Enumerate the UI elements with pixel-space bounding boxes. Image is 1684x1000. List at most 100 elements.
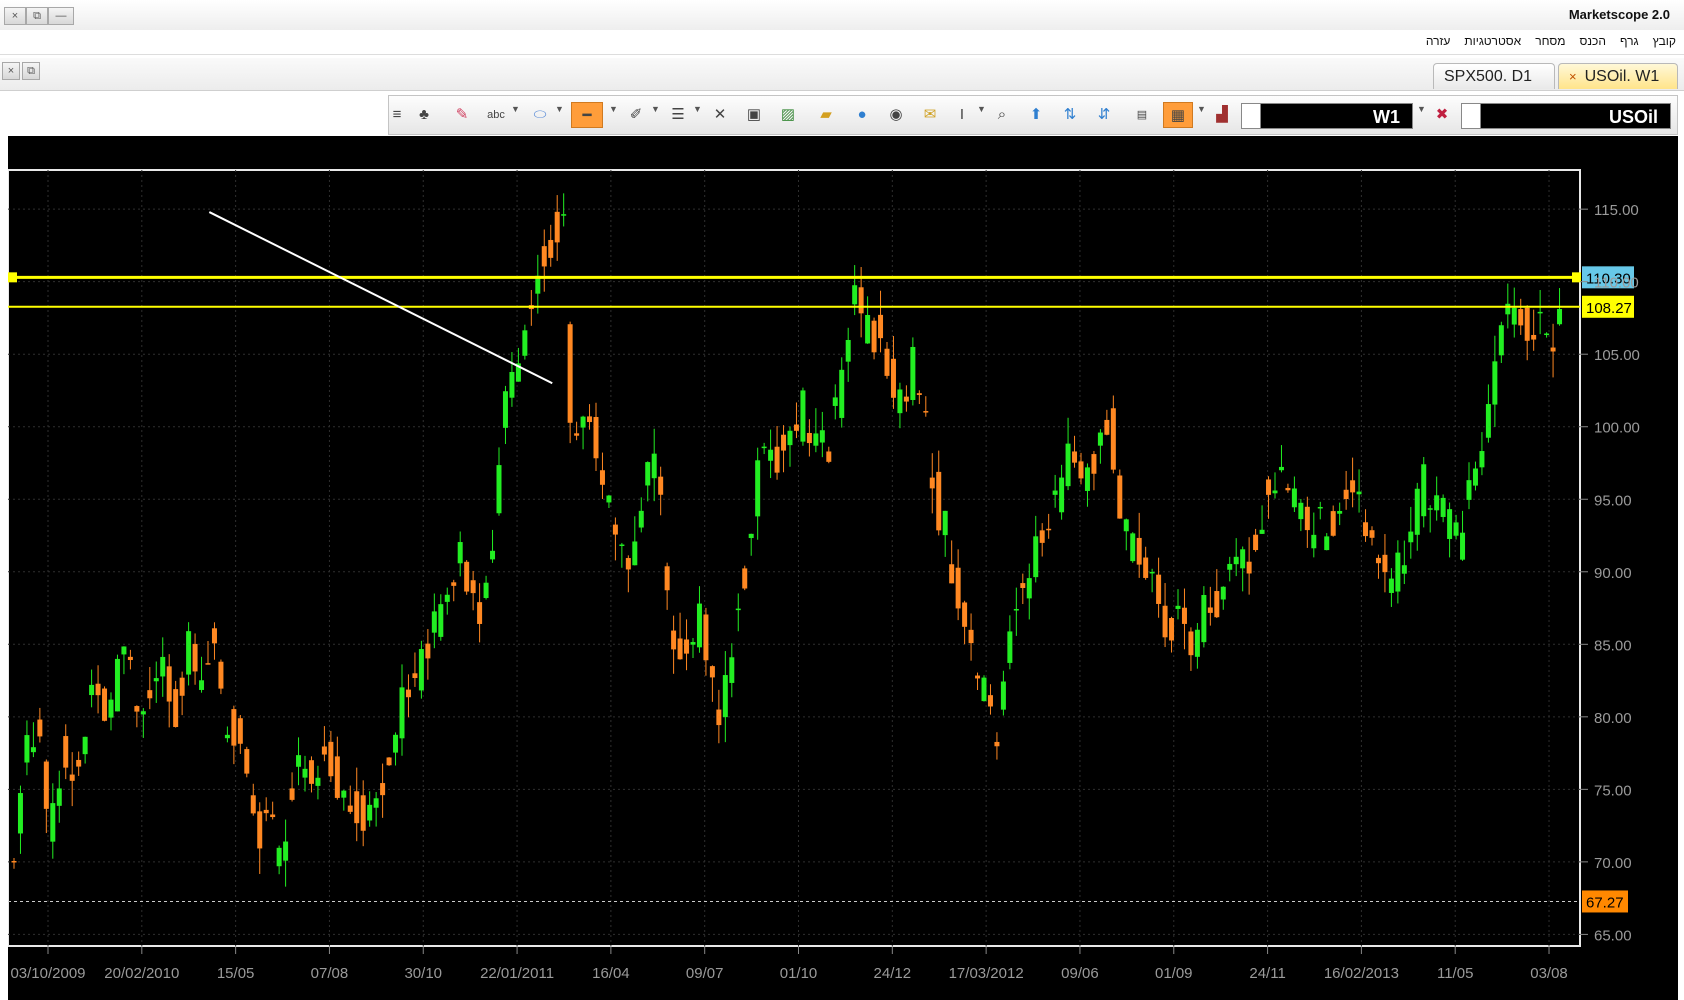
candle-body — [1466, 480, 1472, 500]
candle-body — [477, 602, 483, 624]
x-tick-label: 16/02/2013 — [1324, 965, 1399, 982]
candle-body — [1537, 311, 1543, 314]
chart-window-icon[interactable]: ▣ — [741, 102, 767, 128]
candle-body — [1123, 519, 1129, 532]
candle-body — [787, 430, 793, 446]
timeframe-select[interactable]: W1 — [1241, 103, 1413, 129]
note-icon[interactable]: ✉ — [917, 102, 943, 128]
candle-body — [936, 471, 942, 531]
candle-body — [994, 741, 1000, 747]
candle-body — [412, 673, 418, 679]
zoom-icon[interactable]: ⌕ — [989, 102, 1015, 128]
tree-icon[interactable]: ♣ — [411, 102, 437, 128]
candle-body — [638, 510, 644, 528]
buy-icon[interactable]: ⇅ — [1057, 102, 1083, 128]
candle-body — [1550, 347, 1556, 352]
candle-body — [1214, 591, 1220, 618]
layout-icon[interactable]: ▦ — [1163, 102, 1193, 128]
marker-icon[interactable]: ⬆ — [1023, 102, 1049, 128]
menu-chart[interactable]: גרף — [1620, 34, 1639, 48]
crosshair-icon[interactable]: ✕ — [707, 102, 733, 128]
candle-body — [742, 568, 748, 589]
candle-body — [451, 582, 457, 586]
close-chart-icon[interactable]: × — [2, 62, 20, 80]
candle-body — [1240, 549, 1246, 569]
y-tick-label: 85.00 — [1594, 637, 1632, 654]
candle-body — [179, 677, 185, 696]
horizontal-line-icon[interactable]: ━ — [571, 102, 603, 128]
candle-body — [684, 639, 690, 654]
candle-body — [160, 656, 166, 677]
current-price-label: 67.27 — [1586, 894, 1624, 911]
candle-body — [548, 239, 554, 258]
chevron-down-icon[interactable]: ▼ — [693, 104, 702, 114]
menu-strategies[interactable]: אסטרטגיות — [1464, 34, 1521, 48]
candle-body — [574, 433, 580, 436]
chevron-down-icon[interactable]: ▼ — [651, 104, 660, 114]
candle-body — [949, 564, 955, 584]
price-chart[interactable]: 67.27110.30108.27 115.00110.00105.00100.… — [8, 136, 1678, 1000]
chevron-down-icon[interactable]: ▼ — [511, 104, 520, 114]
restore-chart-icon[interactable]: ⧉ — [22, 62, 40, 80]
candle-body — [218, 661, 224, 689]
candle-body — [716, 709, 722, 726]
candle-body — [1097, 432, 1103, 446]
x-tick-label: 24/12 — [874, 965, 912, 982]
fibonacci-icon[interactable]: ☰ — [665, 102, 691, 128]
eraser-icon[interactable]: ✎ — [449, 102, 475, 128]
candle-body — [192, 643, 198, 672]
ruler-icon[interactable]: ▰ — [813, 102, 839, 128]
candle-body — [975, 675, 981, 679]
instrument-select[interactable]: USOil — [1461, 103, 1671, 129]
menu-help[interactable]: עזרה — [1426, 34, 1451, 48]
chevron-down-icon[interactable]: ▼ — [555, 104, 564, 114]
line-price-label: 108.27 — [1586, 300, 1632, 317]
menu-icon[interactable]: ≡ — [391, 102, 403, 128]
tab-close-icon[interactable]: × — [1569, 69, 1577, 84]
candle-body — [1078, 461, 1084, 479]
eye-icon[interactable]: ◉ — [883, 102, 909, 128]
indicator-icon[interactable]: ▟ — [1209, 102, 1235, 128]
candle-body — [1039, 530, 1045, 543]
tab-spx500-d1[interactable]: SPX500. D1 — [1433, 63, 1555, 89]
timeframe-knob[interactable] — [1242, 104, 1261, 128]
picture-icon[interactable]: ▨ — [775, 102, 801, 128]
remove-icon[interactable]: ✖ — [1429, 102, 1455, 128]
candle-body — [658, 476, 664, 495]
instrument-knob[interactable] — [1462, 104, 1481, 128]
candle-body — [1175, 605, 1181, 609]
tab-label: USOil. W1 — [1584, 68, 1660, 85]
candle-body — [1253, 534, 1259, 551]
text-icon[interactable]: abc — [483, 102, 509, 128]
pen-icon[interactable]: ✐ — [623, 102, 649, 128]
minimize-window-button[interactable]: — — [48, 7, 74, 25]
candle-body — [1052, 490, 1058, 495]
x-tick-label: 07/08 — [311, 965, 349, 982]
drawing-toolbar: ≡ ♣ ✎ abc ▼ ⬭ ▼ ━ ▼ ✐ ▼ ☰ ▼ ✕ ▣ ▨ ▰ ● ◉ … — [388, 95, 1678, 135]
candle-body — [199, 680, 205, 690]
card-icon[interactable]: ▤ — [1129, 102, 1155, 128]
menu-file[interactable]: קובץ — [1653, 34, 1676, 48]
cursor-icon[interactable]: I — [949, 102, 975, 128]
sell-icon[interactable]: ⇵ — [1091, 102, 1117, 128]
tab-usoil-w1[interactable]: × USOil. W1 — [1558, 63, 1678, 89]
restore-window-button[interactable]: ⧉ — [26, 7, 48, 25]
globe-icon[interactable]: ● — [849, 102, 875, 128]
menu-insert[interactable]: הכנס — [1580, 34, 1606, 48]
chevron-down-icon[interactable]: ▼ — [1417, 104, 1426, 114]
candle-body — [1544, 333, 1550, 336]
candle-body — [1421, 464, 1427, 517]
chevron-down-icon[interactable]: ▼ — [977, 104, 986, 114]
candle-body — [1169, 618, 1175, 641]
y-tick-label: 110.00 — [1594, 275, 1639, 292]
candle-body — [315, 777, 321, 786]
ellipse-icon[interactable]: ⬭ — [527, 102, 553, 128]
candle-body — [871, 320, 877, 353]
chevron-down-icon[interactable]: ▼ — [609, 104, 618, 114]
close-window-button[interactable]: × — [4, 7, 26, 25]
candle-body — [1033, 536, 1039, 578]
menu-trading[interactable]: מסחר — [1535, 34, 1565, 48]
candle-body — [244, 749, 250, 774]
chevron-down-icon[interactable]: ▼ — [1197, 104, 1206, 114]
candle-body — [1324, 536, 1330, 551]
